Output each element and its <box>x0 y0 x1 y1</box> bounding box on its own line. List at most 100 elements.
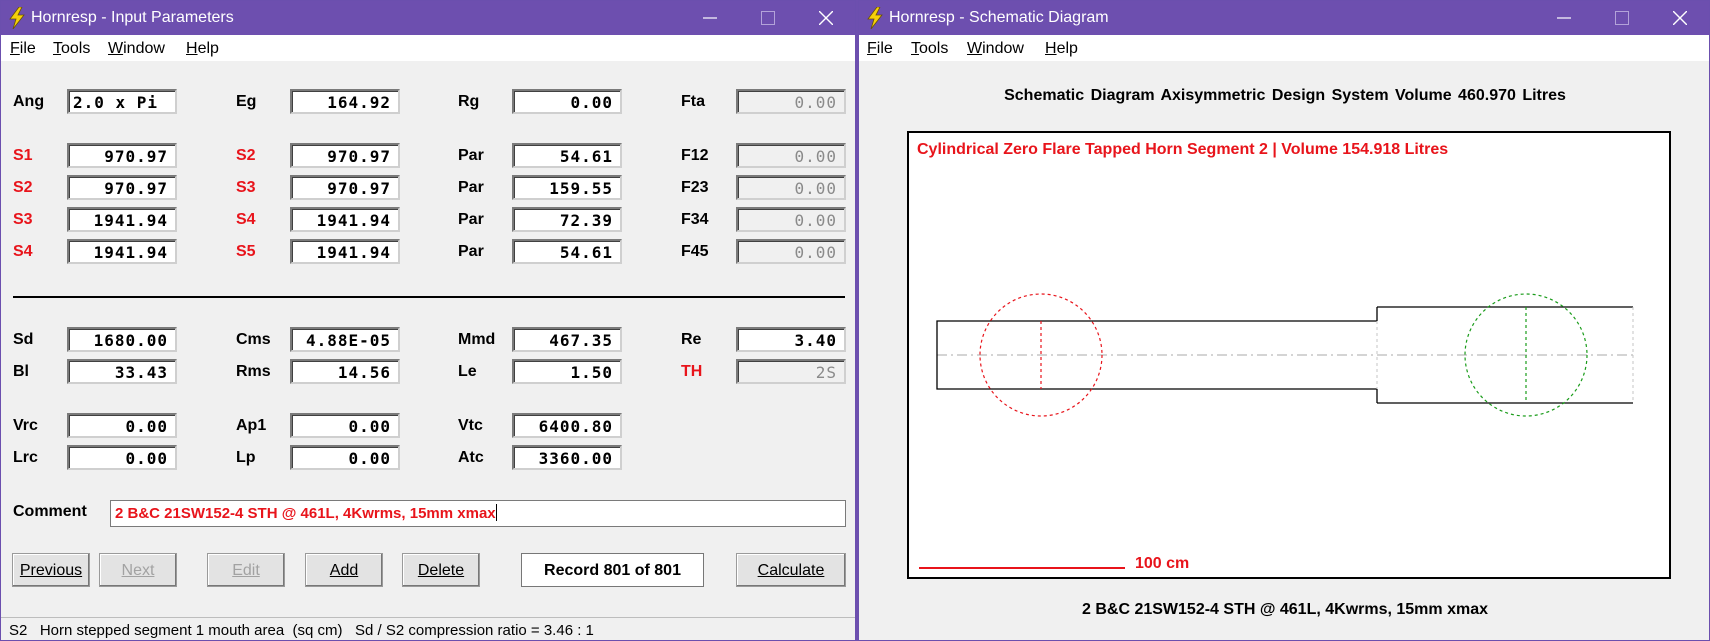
param-input-s3-r2[interactable]: 970.97 <box>290 175 400 200</box>
schematic-header: Schematic Diagram Axisymmetric Design Sy… <box>1004 87 1566 104</box>
close-icon <box>819 11 833 25</box>
param-label-sd-r5: Sd <box>13 331 34 348</box>
edit-label: Edit <box>232 562 260 579</box>
param-input-fta-r0: 0.00 <box>736 89 846 114</box>
param-input-s2-r1[interactable]: 970.97 <box>290 143 400 168</box>
schematic-footer: 2 B&C 21SW152-4 STH @ 461L, 4Kwrms, 15mm… <box>1082 601 1488 618</box>
param-input-par-r2[interactable]: 159.55 <box>512 175 622 200</box>
menu-label-rest: elp <box>1056 40 1078 57</box>
param-label-mmd-r5: Mmd <box>458 331 496 348</box>
param-input-s4-r3[interactable]: 1941.94 <box>290 207 400 232</box>
comment-label: Comment <box>13 503 87 520</box>
param-label-f34-r3: F34 <box>681 211 709 228</box>
param-input-vrc-r7[interactable]: 0.00 <box>67 413 177 438</box>
minimize-icon <box>703 17 717 19</box>
param-input-s4-r4[interactable]: 1941.94 <box>67 239 177 264</box>
param-label-vtc-r7: Vtc <box>458 417 483 434</box>
comment-input[interactable]: 2 B&C 21SW152-4 STH @ 461L, 4Kwrms, 15mm… <box>110 500 846 527</box>
param-label-s4-r4: S4 <box>13 243 33 260</box>
param-input-s3-r3[interactable]: 1941.94 <box>67 207 177 232</box>
param-input-eg-r0[interactable]: 164.92 <box>290 89 400 114</box>
delete-button[interactable]: Delete <box>402 553 480 587</box>
minimize-icon <box>1557 17 1571 19</box>
next-label: Next <box>121 562 155 579</box>
param-input-par-r1[interactable]: 54.61 <box>512 143 622 168</box>
calculate-label: Calculate <box>757 562 825 579</box>
param-input-par-r4[interactable]: 54.61 <box>512 239 622 264</box>
param-input-s5-r4[interactable]: 1941.94 <box>290 239 400 264</box>
add-button[interactable]: Add <box>305 553 383 587</box>
param-input-vtc-r7[interactable]: 6400.80 <box>512 413 622 438</box>
maximize-button[interactable] <box>739 1 797 35</box>
param-input-f23-r2: 0.00 <box>736 175 846 200</box>
param-label-th-r6: TH <box>681 363 703 380</box>
titlebar[interactable]: Hornresp - Schematic Diagram <box>859 1 1709 35</box>
param-input-lrc-r8[interactable]: 0.00 <box>67 445 177 470</box>
comment-text: 2 B&C 21SW152-4 STH @ 461L, 4Kwrms, 15mm… <box>115 505 496 522</box>
window-title: Hornresp - Schematic Diagram <box>889 9 1109 26</box>
schematic-plot: Cylindrical Zero Flare Tapped Horn Segme… <box>907 131 1671 579</box>
param-input-ang-r0[interactable]: 2.0 x Pi <box>67 89 177 114</box>
calculate-button[interactable]: Calculate <box>736 553 846 587</box>
param-input-le-r6[interactable]: 1.50 <box>512 359 622 384</box>
param-label-s3-r3: S3 <box>13 211 33 228</box>
schematic-diagram-window: Hornresp - Schematic Diagram File Tools … <box>858 0 1710 641</box>
param-label-fta-r0: Fta <box>681 93 705 110</box>
param-input-s2-r2[interactable]: 970.97 <box>67 175 177 200</box>
menu-label-rest: ools <box>919 40 949 57</box>
scale-bar <box>919 567 1125 569</box>
close-button[interactable] <box>1651 1 1709 35</box>
menu-tools[interactable]: Tools <box>911 40 948 58</box>
param-label-vrc-r7: Vrc <box>13 417 38 434</box>
param-input-f45-r4: 0.00 <box>736 239 846 264</box>
titlebar[interactable]: Hornresp - Input Parameters <box>1 1 855 35</box>
menu-mnemonic: T <box>53 40 61 57</box>
param-input-par-r3[interactable]: 72.39 <box>512 207 622 232</box>
menu-file[interactable]: File <box>867 40 893 58</box>
menu-window[interactable]: Window <box>967 40 1024 58</box>
param-input-th-r6: 2S <box>736 359 846 384</box>
menu-help[interactable]: Help <box>1045 40 1078 58</box>
param-input-atc-r8[interactable]: 3360.00 <box>512 445 622 470</box>
menu-file[interactable]: File <box>10 40 36 58</box>
menu-mnemonic: W <box>967 40 983 57</box>
section-divider <box>13 296 845 298</box>
param-input-s1-r1[interactable]: 970.97 <box>67 143 177 168</box>
param-label-cms-r5: Cms <box>236 331 271 348</box>
maximize-icon <box>761 11 775 25</box>
close-button[interactable] <box>797 1 855 35</box>
param-label-bl-r6: Bl <box>13 363 29 380</box>
param-input-ap1-r7[interactable]: 0.00 <box>290 413 400 438</box>
param-label-f12-r1: F12 <box>681 147 709 164</box>
menu-tools[interactable]: Tools <box>53 40 90 58</box>
param-input-rms-r6[interactable]: 14.56 <box>290 359 400 384</box>
param-label-f45-r4: F45 <box>681 243 709 260</box>
param-label-f23-r2: F23 <box>681 179 709 196</box>
param-input-lp-r8[interactable]: 0.00 <box>290 445 400 470</box>
param-label-s2-r2: S2 <box>13 179 33 196</box>
param-label-lrc-r8: Lrc <box>13 449 38 466</box>
menu-window[interactable]: Window <box>108 40 165 58</box>
param-input-cms-r5[interactable]: 4.88E-05 <box>290 327 400 352</box>
param-input-rg-r0[interactable]: 0.00 <box>512 89 622 114</box>
previous-button[interactable]: Previous <box>12 553 90 587</box>
menu-help[interactable]: Help <box>186 40 219 58</box>
param-input-f12-r1: 0.00 <box>736 143 846 168</box>
menu-bar: File Tools Window Help <box>1 35 855 61</box>
param-input-sd-r5[interactable]: 1680.00 <box>67 327 177 352</box>
param-label-ap1-r7: Ap1 <box>236 417 267 434</box>
minimize-button[interactable] <box>681 1 739 35</box>
param-label-par-r4: Par <box>458 243 484 260</box>
add-label: Add <box>329 562 359 579</box>
param-label-s5-r4: S5 <box>236 243 256 260</box>
minimize-button[interactable] <box>1535 1 1593 35</box>
param-input-mmd-r5[interactable]: 467.35 <box>512 327 622 352</box>
param-label-atc-r8: Atc <box>458 449 484 466</box>
param-input-bl-r6[interactable]: 33.43 <box>67 359 177 384</box>
window-title: Hornresp - Input Parameters <box>31 9 234 26</box>
maximize-button[interactable] <box>1593 1 1651 35</box>
param-label-s1-r1: S1 <box>13 147 33 164</box>
menu-mnemonic: W <box>108 40 124 57</box>
status-bar: S2 Horn stepped segment 1 mouth area (sq… <box>1 617 855 640</box>
param-input-re-r5[interactable]: 3.40 <box>736 327 846 352</box>
